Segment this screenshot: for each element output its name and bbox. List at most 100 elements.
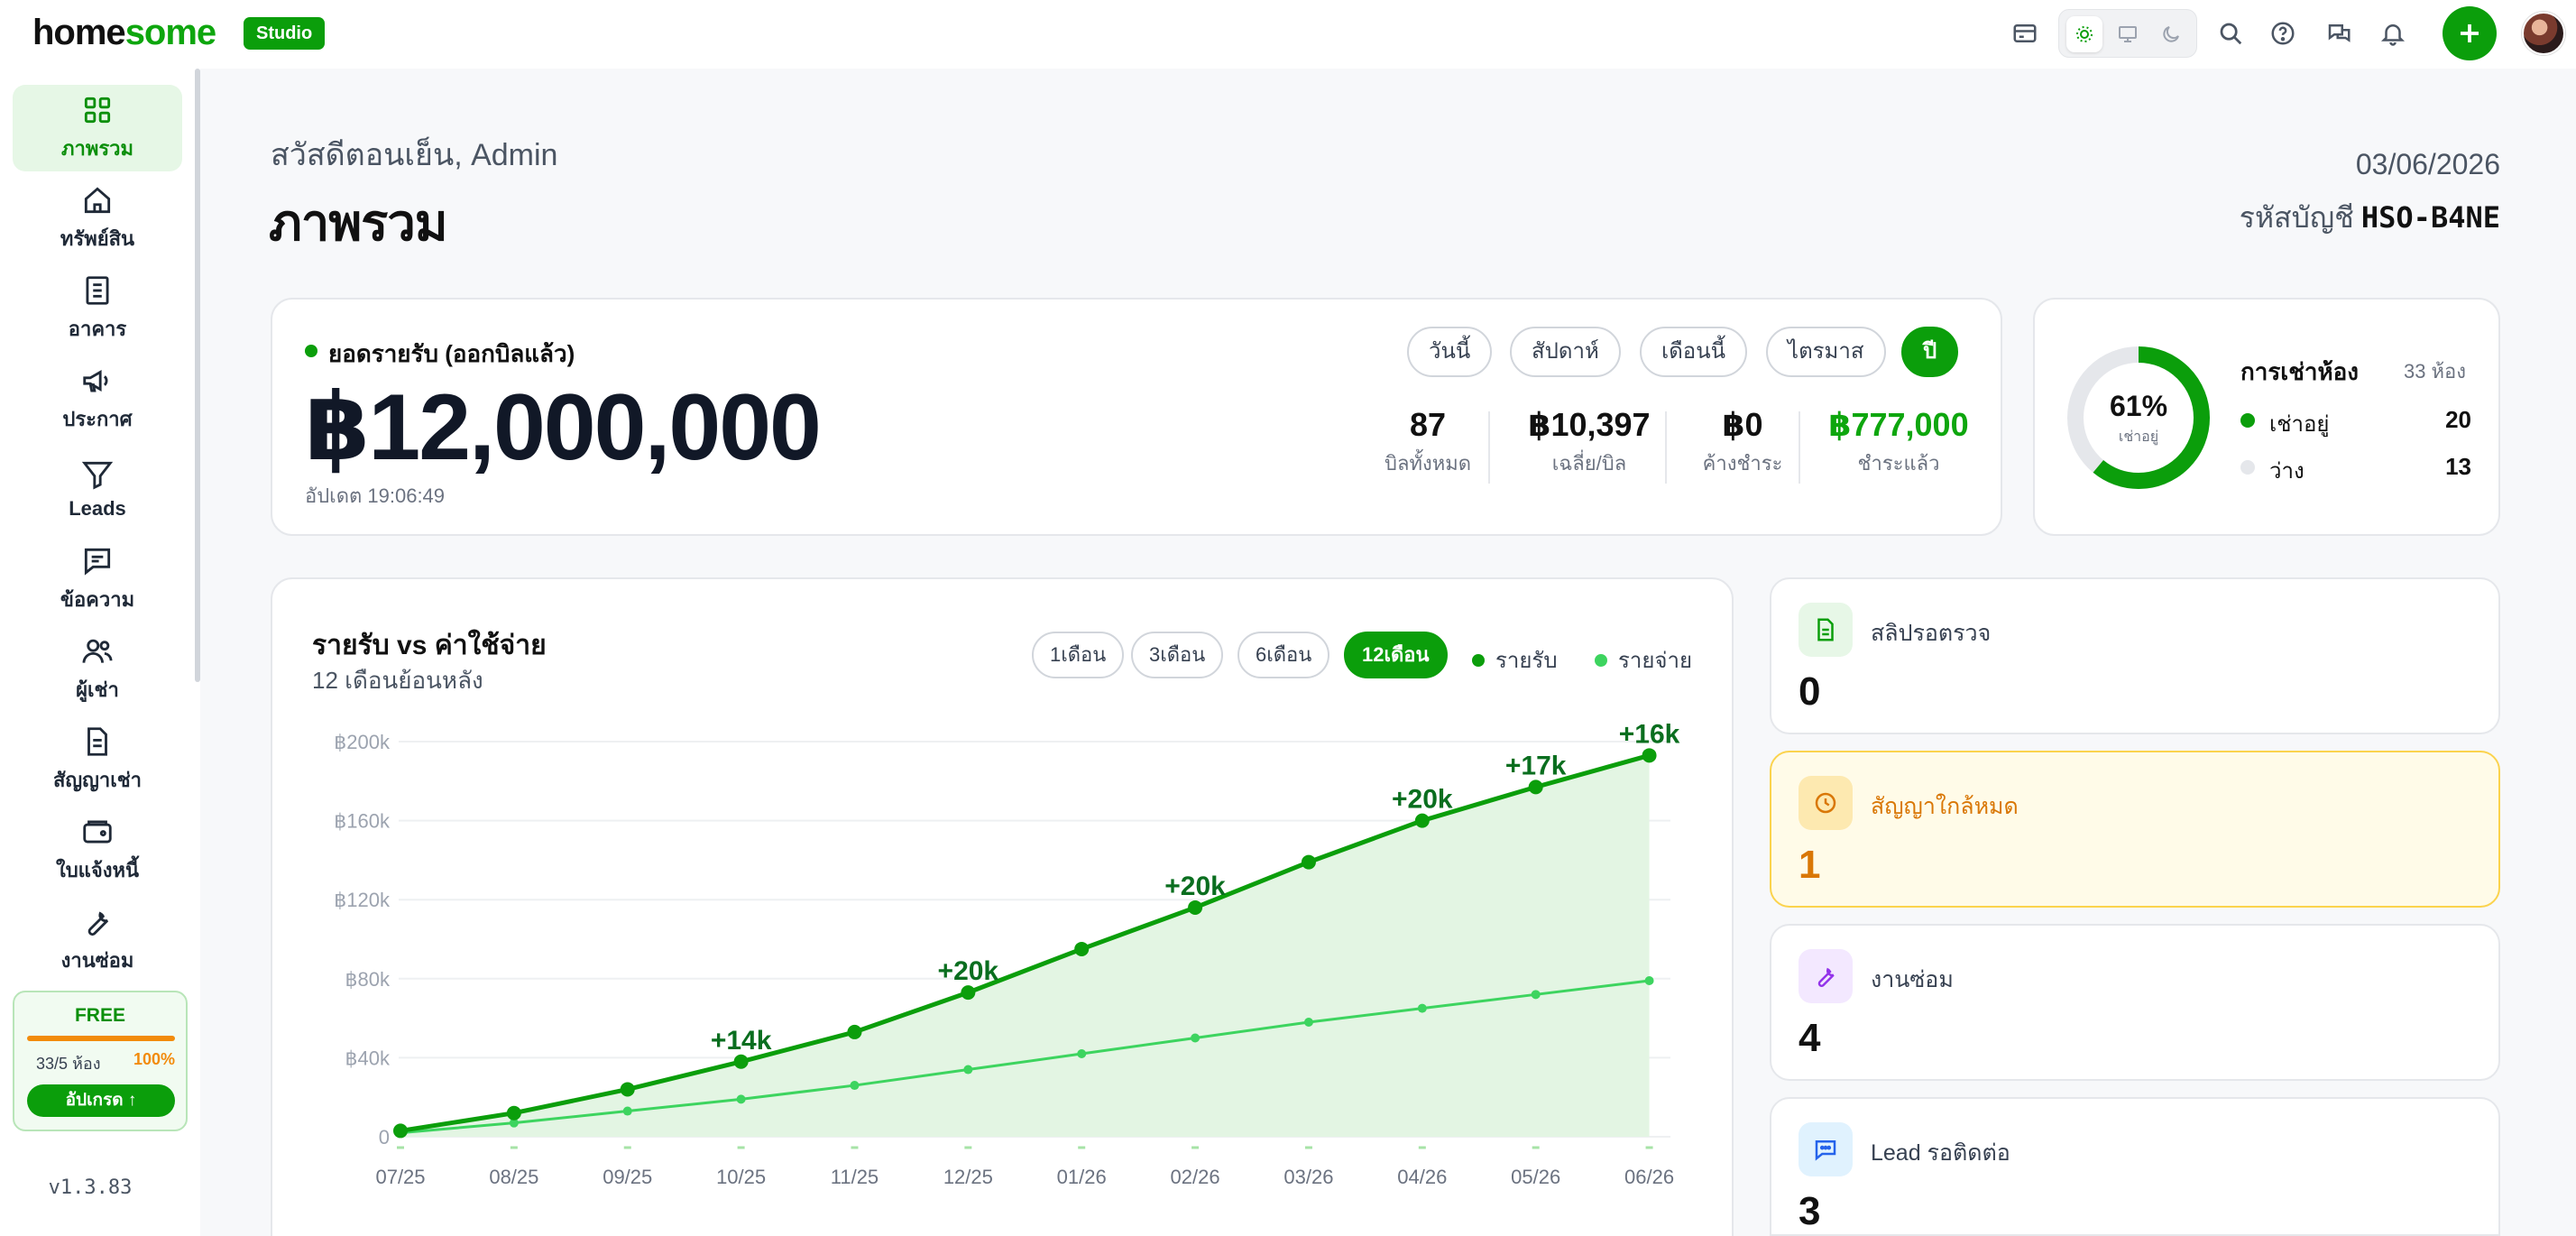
upgrade-button[interactable]: อัปเกรด ↑	[27, 1084, 175, 1117]
tile-maintenance[interactable]: งานซ่อม 4	[1770, 924, 2500, 1081]
expense-point	[1077, 1049, 1087, 1059]
tile-label: สลิปรอตรวจ	[1871, 621, 1992, 646]
x-tick-label: 04/26	[1397, 1166, 1447, 1188]
revenue-label: ยอดรายรับ (ออกบิลแล้ว)	[328, 340, 575, 367]
y-tick-label: ฿40k	[345, 1047, 391, 1069]
data-label: +20k	[938, 956, 999, 986]
monitor-icon[interactable]	[2110, 16, 2146, 52]
occupancy-percent: 61%	[2109, 390, 2168, 422]
occupancy-row-occupied: เช่าอยู่ 20	[2240, 402, 2471, 438]
range-6m-button[interactable]: 6เดือน	[1237, 632, 1330, 678]
period-quarter-button[interactable]: ไตรมาส	[1766, 327, 1886, 377]
plus-icon	[2461, 24, 2479, 42]
occupancy-card: 61% เช่าอยู่ การเช่าห้อง 33 ห้อง เช่าอยู…	[2033, 298, 2500, 536]
income-point	[1414, 813, 1430, 828]
bell-icon[interactable]	[2372, 13, 2414, 54]
income-point	[1188, 899, 1203, 915]
chart-title: รายรับ vs ค่าใช้จ่าย	[312, 631, 547, 660]
theme-auto-option[interactable]	[2066, 16, 2102, 52]
range-3m-button[interactable]: 3เดือน	[1131, 632, 1224, 678]
x-tick-label: 08/25	[489, 1166, 538, 1188]
y-tick-label: ฿120k	[334, 889, 391, 911]
sidebar-item-overview[interactable]: ภาพรวม	[13, 85, 182, 171]
sidebar-item-leads[interactable]: Leads	[13, 446, 182, 532]
revenue-updated: อัปเดต 19:06:49	[305, 484, 446, 507]
income-point	[393, 1123, 408, 1139]
plan-percent: 100%	[133, 1050, 176, 1068]
expense-point	[963, 1065, 973, 1075]
sidebar-item-contracts[interactable]: สัญญาเช่า	[13, 716, 182, 803]
card-icon[interactable]	[2004, 13, 2046, 54]
receipt-icon	[1799, 603, 1853, 657]
range-12m-button[interactable]: 12เดือน	[1344, 632, 1448, 678]
divider	[1488, 411, 1490, 484]
clock-icon	[1799, 776, 1853, 830]
y-tick-label: 0	[379, 1126, 390, 1148]
plan-card: FREE 33/5 ห้อง 100% อัปเกรด ↑	[13, 991, 188, 1131]
page-title: ภาพรวม	[269, 194, 448, 251]
greeting: สวัสดีตอนเย็น, Admin	[271, 138, 558, 172]
add-button[interactable]	[2443, 6, 2497, 60]
tile-value: 4	[1799, 1016, 1821, 1060]
expense-point	[1531, 990, 1541, 1000]
help-icon[interactable]	[2262, 13, 2304, 54]
filter-icon	[81, 461, 114, 490]
income-area	[400, 755, 1650, 1137]
sidebar-item-announcements[interactable]: ประกาศ	[13, 355, 182, 442]
moon-icon[interactable]	[2153, 16, 2189, 52]
x-tick-label: 05/26	[1511, 1166, 1560, 1188]
stat-average-bill: ฿10,397 เฉลี่ย/บิล	[1528, 406, 1651, 475]
tile-value: 1	[1799, 843, 1821, 887]
x-tick-label: 02/26	[1171, 1166, 1220, 1188]
sidebar-item-label: ทรัพย์สิน	[60, 226, 135, 250]
income-point	[847, 1024, 862, 1039]
revenue-value: ฿12,000,000	[305, 375, 822, 480]
top-bar: homesome Studio	[0, 0, 2576, 69]
plan-usage-bar	[27, 1036, 175, 1041]
tile-expiring-contracts[interactable]: สัญญาใกล้หมด 1	[1770, 751, 2500, 908]
y-tick-label: ฿200k	[334, 731, 391, 753]
income-point	[961, 985, 976, 1001]
y-tick-label: ฿80k	[345, 968, 391, 991]
occupancy-total: 33 ห้อง	[2403, 360, 2466, 383]
area-chart: 0 ฿40k ฿80k ฿120k ฿160k ฿200k 07/25 08/25 09/25 1…	[334, 719, 1680, 1188]
period-week-button[interactable]: สัปดาห์	[1510, 327, 1621, 377]
sidebar-item-label: ข้อความ	[60, 587, 135, 611]
sidebar-item-properties[interactable]: ทรัพย์สิน	[13, 175, 182, 262]
data-label: +14k	[711, 1026, 772, 1056]
range-1m-button[interactable]: 1เดือน	[1032, 632, 1125, 678]
sidebar: ภาพรวม ทรัพย์สิน อาคาร ประกาศ Leads ข้อค…	[0, 69, 200, 1236]
message-icon	[84, 548, 111, 576]
occupancy-title: การเช่าห้อง	[2240, 358, 2359, 385]
chart-subtitle: 12 เดือนย้อนหลัง	[312, 667, 483, 694]
sidebar-item-maintenance[interactable]: งานซ่อม	[13, 897, 182, 983]
data-label: +16k	[1619, 719, 1680, 749]
expense-point	[1191, 1033, 1201, 1043]
sidebar-scrollbar[interactable]	[195, 69, 200, 682]
stat-total-bills: 87 บิลทั้งหมด	[1385, 406, 1471, 475]
x-tick-label: 09/25	[603, 1166, 652, 1188]
income-point	[620, 1082, 635, 1097]
income-point	[506, 1105, 521, 1121]
sidebar-item-label: สัญญาเช่า	[52, 768, 143, 791]
stat-outstanding: ฿0 ค้างชำระ	[1702, 406, 1783, 475]
sidebar-item-tenants[interactable]: ผู้เช่า	[13, 626, 182, 713]
expense-point	[1417, 1003, 1427, 1013]
tile-pending-leads[interactable]: Lead รอติดต่อ 3	[1770, 1097, 2500, 1236]
chat-icon[interactable]	[2318, 13, 2360, 54]
search-icon[interactable]	[2210, 13, 2251, 54]
sidebar-item-invoices[interactable]: ใบแจ้งหนี้	[13, 807, 182, 893]
period-year-button[interactable]: ปี	[1901, 327, 1959, 377]
occupancy-row-vacant: ว่าง 13	[2240, 449, 2471, 485]
sidebar-item-buildings[interactable]: อาคาร	[13, 265, 182, 352]
app-version: v1.3.83	[48, 1176, 133, 1199]
x-tick-label: 06/26	[1624, 1166, 1674, 1188]
chat-icon	[1799, 1122, 1853, 1176]
sidebar-item-messages[interactable]: ข้อความ	[13, 536, 182, 623]
period-month-button[interactable]: เดือนนี้	[1640, 327, 1748, 377]
period-today-button[interactable]: วันนี้	[1407, 327, 1493, 377]
avatar[interactable]	[2522, 12, 2565, 55]
tile-pending-slips[interactable]: สลิปรอตรวจ 0	[1770, 577, 2500, 734]
sidebar-item-label: อาคาร	[68, 317, 127, 340]
brand-logo[interactable]: homesome	[32, 13, 216, 53]
